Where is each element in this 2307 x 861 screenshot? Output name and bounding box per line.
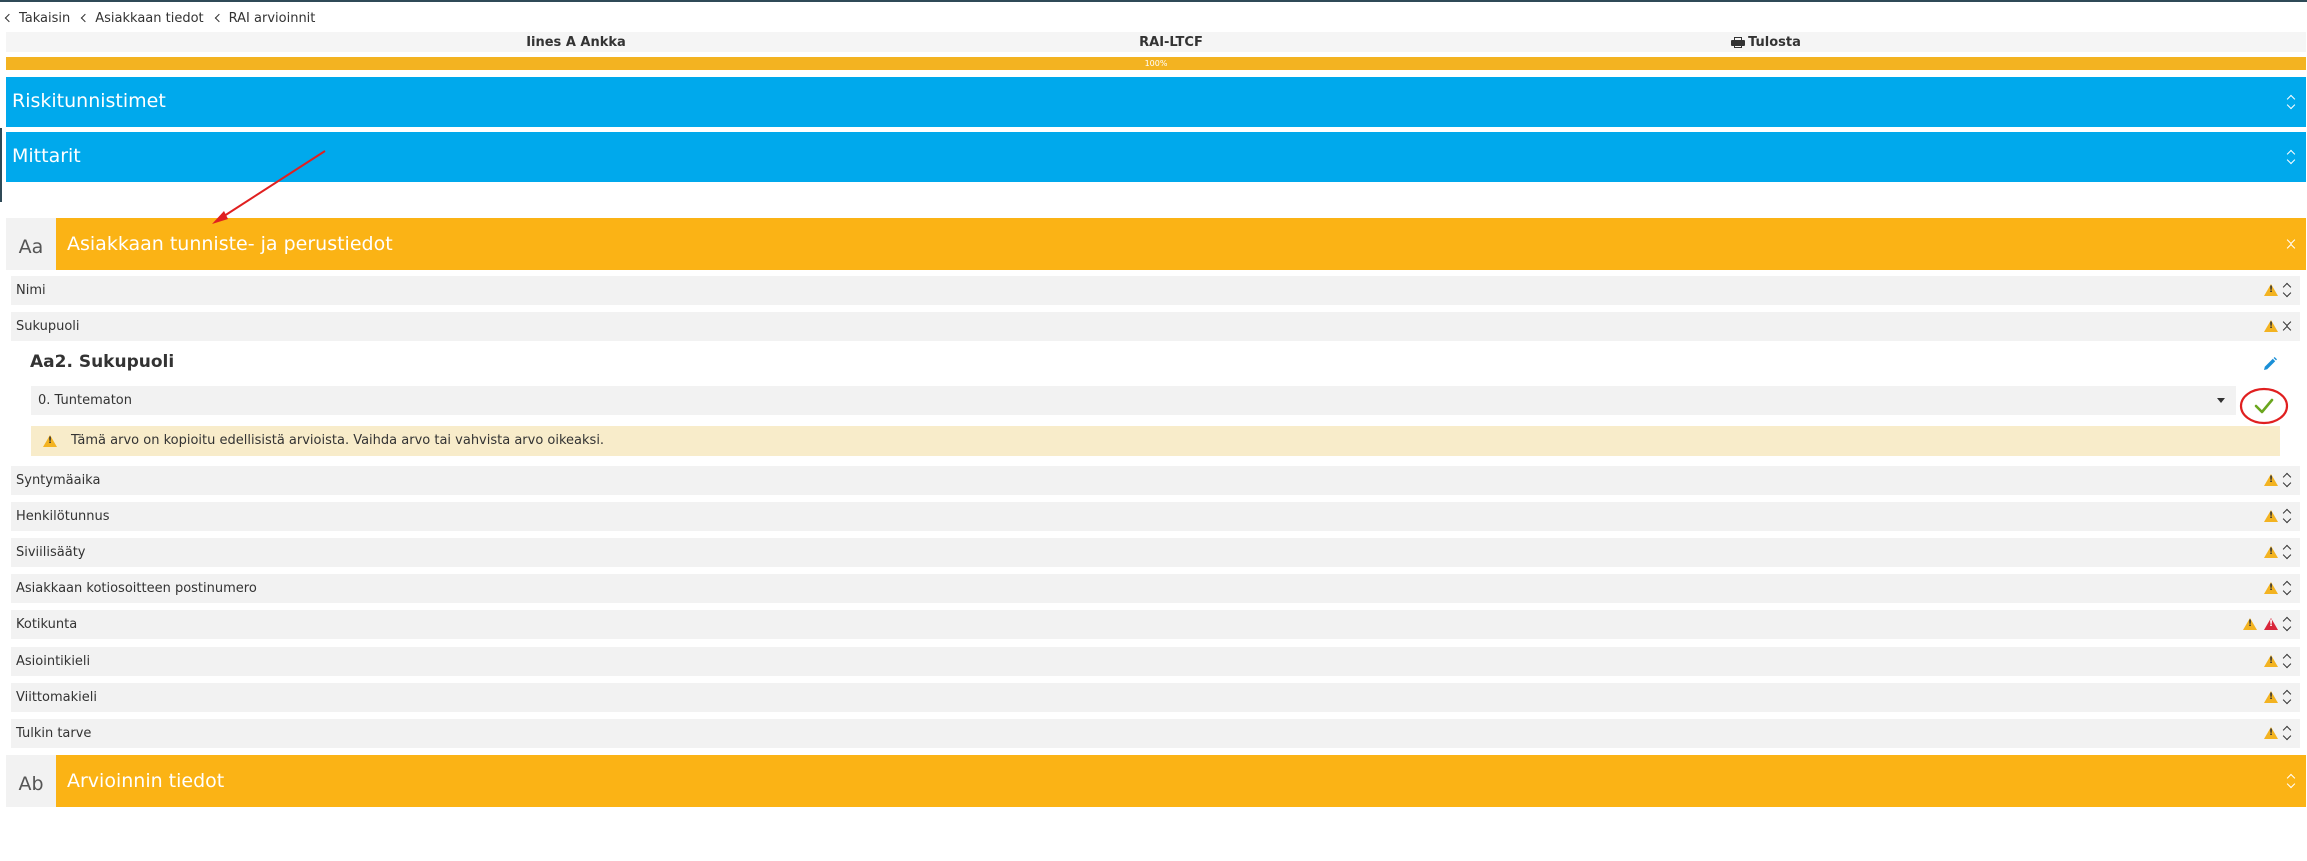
warning-triangle-icon: [2264, 284, 2278, 296]
breadcrumb-rai-assessments[interactable]: RAI arvioinnit: [214, 10, 316, 26]
section-title: Arvioinnin tiedot: [67, 770, 225, 792]
question-label: Henkilötunnus: [16, 509, 110, 524]
warning-triangle-icon: [2264, 582, 2278, 594]
annotation-circle: [2239, 387, 2289, 425]
chevron-collapse-icon: [2286, 236, 2296, 252]
progress-bar: 100%: [6, 57, 2306, 70]
section-code: Aa: [6, 218, 56, 270]
warning-triangle-icon: [2264, 320, 2278, 332]
chevron-updown-icon: [2282, 508, 2292, 524]
warning-triangle-icon: [43, 435, 57, 447]
question-label: Asiointikieli: [16, 654, 91, 669]
question-viittomakieli[interactable]: Viittomakieli: [11, 683, 2300, 712]
select-value: 0. Tuntematon: [38, 393, 132, 408]
chevron-left-icon: [81, 13, 90, 23]
left-edge-stripe: [0, 128, 2, 202]
chevron-left-icon: [214, 13, 223, 23]
section-code: Ab: [6, 755, 56, 807]
breadcrumb-label: RAI arvioinnit: [228, 10, 316, 26]
confirm-value-button[interactable]: [2239, 387, 2289, 425]
warning-triangle-icon: [2264, 546, 2278, 558]
chevron-updown-icon: [2282, 689, 2292, 705]
section-title: Riskitunnistimet: [12, 90, 166, 112]
section-ab: Ab Arvioinnin tiedot: [6, 755, 2306, 807]
question-kotikunta[interactable]: Kotikunta: [11, 610, 2300, 639]
warning-triangle-icon: [2264, 474, 2278, 486]
question-label: Asiakkaan kotiosoitteen postinumero: [16, 581, 257, 596]
chevron-updown-icon: [2282, 725, 2292, 741]
question-syntymaaika[interactable]: Syntymäaika: [11, 466, 2300, 495]
section-title: Asiakkaan tunniste- ja perustiedot: [67, 233, 393, 255]
section-aa: Aa Asiakkaan tunniste- ja perustiedot: [6, 218, 2306, 270]
question-postinumero[interactable]: Asiakkaan kotiosoitteen postinumero: [11, 574, 2300, 603]
question-label: Sukupuoli: [16, 319, 80, 334]
breadcrumb-client-info[interactable]: Asiakkaan tiedot: [81, 10, 204, 26]
warning-triangle-icon: [2264, 727, 2278, 739]
question-label: Nimi: [16, 283, 46, 298]
question-nimi[interactable]: Nimi: [11, 276, 2300, 305]
gender-select[interactable]: 0. Tuntematon: [31, 386, 2236, 415]
notice-text: Tämä arvo on kopioitu edellisistä arvioi…: [71, 433, 605, 448]
client-name: Iines A Ankka: [526, 35, 626, 50]
chevron-updown-icon: [2282, 472, 2292, 488]
breadcrumb-back[interactable]: Takaisin: [4, 10, 71, 26]
chevron-updown-icon: [2286, 773, 2296, 789]
error-triangle-icon: [2264, 618, 2278, 630]
warning-triangle-icon: [2264, 655, 2278, 667]
chevron-updown-icon: [2282, 544, 2292, 560]
chevron-updown-icon: [2286, 94, 2296, 110]
section-mittarit[interactable]: Mittarit: [6, 132, 2306, 182]
question-label: Viittomakieli: [16, 690, 97, 705]
printer-icon: [1731, 37, 1746, 48]
chevron-updown-icon: [2282, 580, 2292, 596]
checkmark-icon: [2254, 398, 2274, 414]
breadcrumb-label: Asiakkaan tiedot: [95, 10, 204, 26]
question-asiointikieli[interactable]: Asiointikieli: [11, 647, 2300, 676]
breadcrumb-label: Takaisin: [19, 10, 71, 26]
question-siviilisaaty[interactable]: Siviilisääty: [11, 538, 2300, 567]
chevron-updown-icon: [2282, 616, 2292, 632]
question-henkilotunnus[interactable]: Henkilötunnus: [11, 502, 2300, 531]
chevron-left-icon: [4, 13, 14, 23]
chevron-updown-icon: [2282, 653, 2292, 669]
warning-triangle-icon: [2264, 510, 2278, 522]
progress-label: 100%: [1144, 59, 1168, 68]
question-tulkin-tarve[interactable]: Tulkin tarve: [11, 719, 2300, 748]
breadcrumb: Takaisin Asiakkaan tiedot RAI arvioinnit: [4, 9, 316, 27]
warning-triangle-icon: [2243, 618, 2257, 630]
question-label: Kotikunta: [16, 617, 78, 632]
print-label: Tulosta: [1748, 35, 1801, 50]
top-border: [0, 0, 2307, 2]
section-title: Mittarit: [12, 145, 81, 167]
caret-down-icon: [2217, 398, 2225, 403]
form-name: RAI-LTCF: [1139, 35, 1203, 50]
chevron-collapse-icon: [2282, 318, 2292, 334]
assessment-info-bar: Iines A Ankka RAI-LTCF Tulosta: [6, 32, 2306, 52]
question-sukupuoli[interactable]: Sukupuoli: [11, 312, 2300, 341]
question-label: Tulkin tarve: [16, 726, 92, 741]
print-button[interactable]: Tulosta: [1706, 35, 1826, 50]
section-aa-header[interactable]: Asiakkaan tunniste- ja perustiedot: [56, 218, 2306, 270]
question-detail-title: Aa2. Sukupuoli: [30, 352, 175, 372]
section-riskitunnistimet[interactable]: Riskitunnistimet: [6, 77, 2306, 127]
question-label: Syntymäaika: [16, 473, 101, 488]
question-label: Siviilisääty: [16, 545, 86, 560]
copied-value-notice: Tämä arvo on kopioitu edellisistä arvioi…: [31, 426, 2280, 456]
chevron-updown-icon: [2282, 282, 2292, 298]
pencil-icon[interactable]: [2262, 356, 2278, 372]
section-ab-header[interactable]: Arvioinnin tiedot: [56, 755, 2306, 807]
chevron-updown-icon: [2286, 149, 2296, 165]
warning-triangle-icon: [2264, 691, 2278, 703]
